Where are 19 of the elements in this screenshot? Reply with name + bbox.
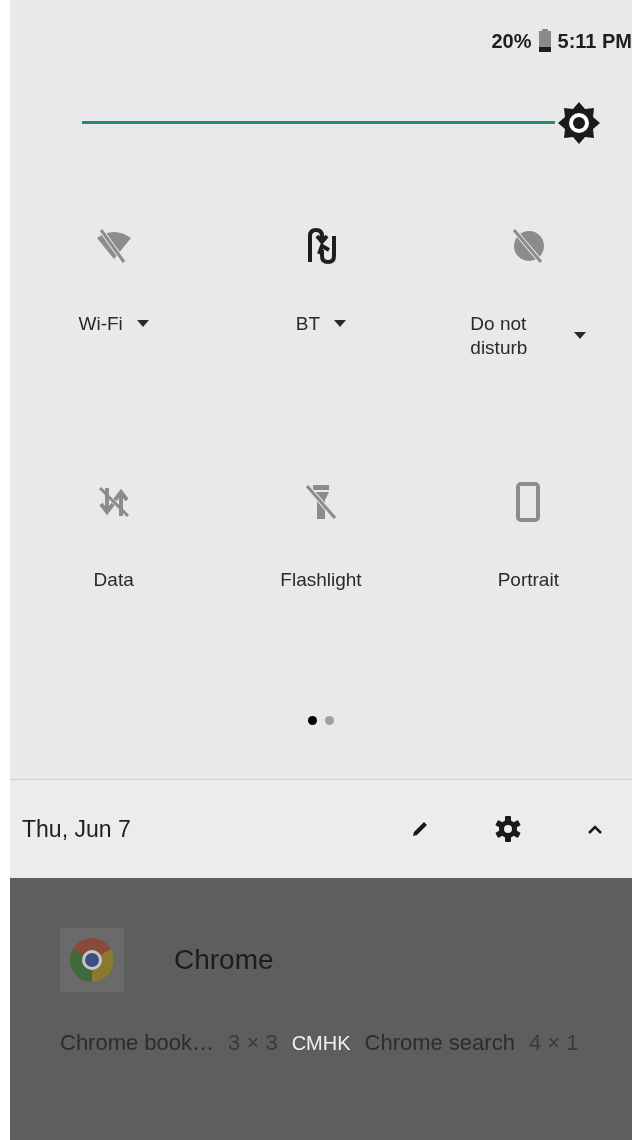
tile-label-button[interactable]: Flashlight <box>280 568 362 592</box>
battery-icon <box>537 29 552 53</box>
dropdown-caret-icon[interactable] <box>334 320 347 328</box>
pencil-icon[interactable] <box>410 819 430 839</box>
tile-label-button[interactable]: Do not disturb <box>470 312 587 360</box>
clock-time: 5:11 PM <box>557 29 632 53</box>
app-icon <box>60 928 124 992</box>
tile-label-button[interactable]: Wi-Fi <box>78 312 149 336</box>
settings-icon[interactable] <box>494 815 522 843</box>
dropdown-caret-icon[interactable] <box>574 332 587 340</box>
battery-percent: 20% <box>491 29 532 53</box>
tile-label-button[interactable]: Portrait <box>497 568 559 592</box>
dropdown-caret-icon[interactable] <box>136 320 149 328</box>
date-text: Thu, Jun 7 <box>22 815 131 843</box>
tile-label-button[interactable]: BT <box>295 312 347 336</box>
app-name: Chrome <box>174 944 274 976</box>
collapse-chevron-icon[interactable] <box>586 823 604 835</box>
tile-label-button[interactable]: Data <box>93 568 134 592</box>
carrier-name: CMHK <box>291 1032 351 1055</box>
